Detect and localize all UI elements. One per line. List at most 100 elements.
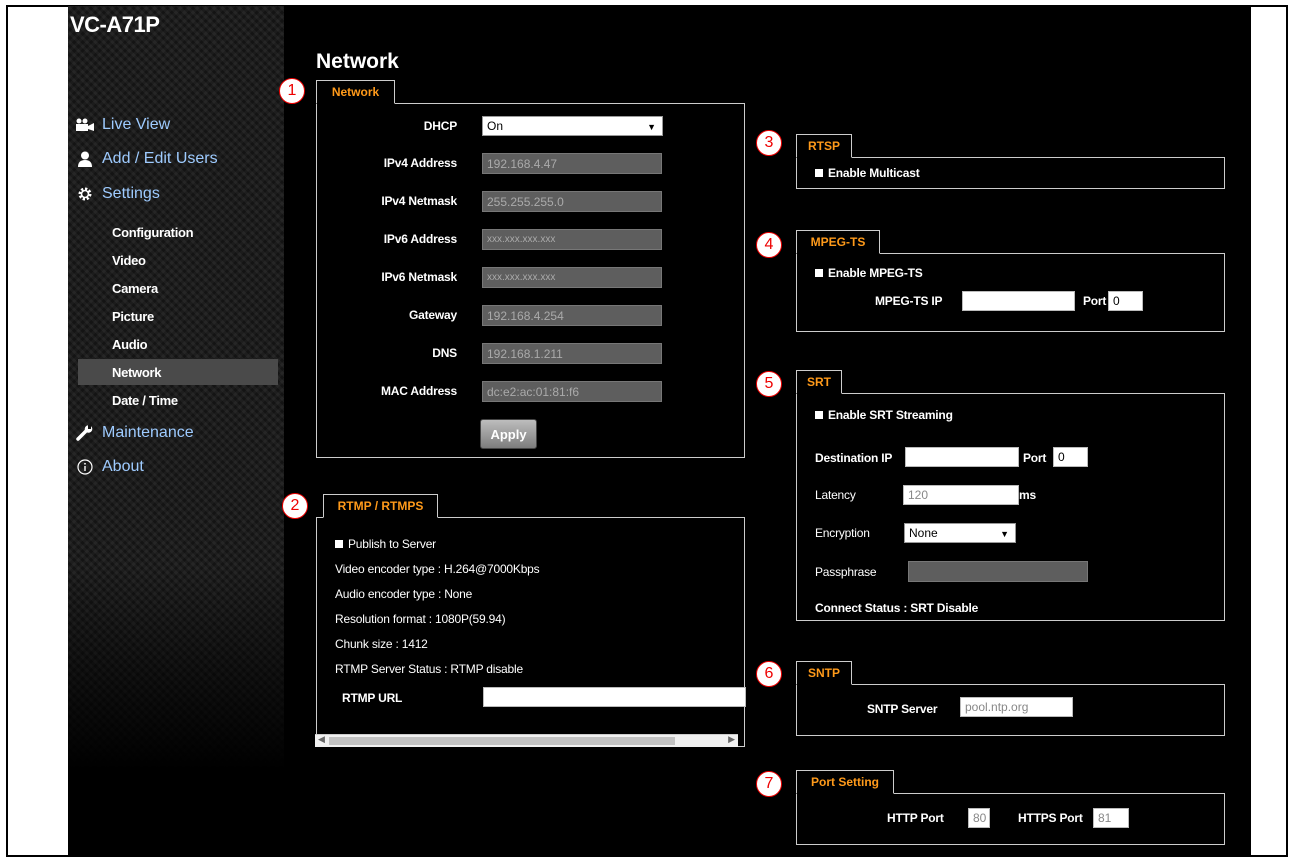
rtmp-status-text: RTMP Server Status : RTMP disable	[335, 662, 523, 676]
encryption-select[interactable]: None ▼	[904, 523, 1016, 543]
mpegts-ip-input[interactable]	[962, 291, 1075, 311]
dhcp-value: On	[487, 119, 504, 133]
page-title: Network	[316, 50, 399, 73]
dhcp-label: DHCP	[423, 119, 457, 133]
https-port-input[interactable]: 81	[1093, 808, 1129, 828]
rtmp-panel: Publish to Server Video encoder type : H…	[316, 517, 746, 747]
scroll-right-icon[interactable]: ▶	[728, 734, 735, 745]
tab-srt[interactable]: SRT	[796, 370, 842, 394]
ipv4-netmask-field[interactable]: 255.255.255.0	[482, 191, 662, 212]
nav-about-label: About	[102, 458, 144, 475]
nav-add-edit-users-label: Add / Edit Users	[102, 150, 218, 167]
chunk-size-text: Chunk size : 1412	[335, 637, 428, 651]
encryption-value: None	[909, 526, 938, 540]
scroll-left-icon[interactable]: ◀	[318, 734, 325, 745]
ipv4-address-field[interactable]: 192.168.4.47	[482, 153, 662, 174]
mac-address-label: MAC Address	[380, 384, 457, 398]
srt-enable-label: Enable SRT Streaming	[828, 408, 953, 422]
gateway-field[interactable]: 192.168.4.254	[482, 305, 662, 326]
callout-7: 7	[756, 771, 782, 797]
nav-maintenance[interactable]: Maintenance	[68, 420, 284, 446]
dropdown-arrow-icon: ▼	[1000, 529, 1009, 539]
nav-settings[interactable]: Settings	[68, 181, 284, 207]
checkbox-icon	[335, 539, 343, 548]
encryption-label: Encryption	[815, 526, 870, 540]
horizontal-scrollbar[interactable]: ◀ ▶	[315, 734, 738, 747]
publish-label: Publish to Server	[348, 537, 436, 551]
sntp-panel: SNTP Server pool.ntp.org	[796, 684, 1225, 736]
ipv6-address-label: IPv6 Address	[383, 232, 457, 246]
mpegts-port-label: Port	[1083, 294, 1107, 308]
network-panel: DHCP On ▼ IPv4 Address 192.168.4.47 IPv4 …	[316, 103, 745, 458]
mpegts-ip-label: MPEG-TS IP	[875, 294, 943, 308]
tab-sntp[interactable]: SNTP	[796, 661, 852, 685]
destination-ip-input[interactable]	[905, 447, 1019, 467]
mac-address-field[interactable]: dc:e2:ac:01:81:f6	[482, 381, 662, 402]
mpegts-checkbox[interactable]: Enable MPEG-TS	[815, 266, 923, 280]
ipv6-address-field[interactable]: xxx.xxx.xxx.xxx	[482, 229, 662, 250]
rtmp-url-input[interactable]	[483, 687, 746, 707]
http-port-label: HTTP Port	[887, 811, 944, 825]
sntp-server-input[interactable]: pool.ntp.org	[960, 697, 1073, 717]
mpegts-enable-label: Enable MPEG-TS	[828, 266, 923, 280]
brand-title: VC-A71P	[70, 12, 160, 37]
multicast-label: Enable Multicast	[828, 166, 920, 180]
ipv6-netmask-field[interactable]: xxx.xxx.xxx.xxx	[482, 267, 662, 288]
nav-camera[interactable]: Camera	[88, 275, 278, 301]
tab-mpeg-ts[interactable]: MPEG-TS	[796, 230, 880, 254]
callout-1: 1	[279, 78, 305, 104]
scrollbar-thumb[interactable]	[329, 737, 675, 745]
sidebar: VC-A71P Live View Add / Edit Users Setti…	[68, 6, 284, 857]
tab-rtmp[interactable]: RTMP / RTMPS	[323, 494, 438, 518]
nav-live-view-label: Live View	[102, 116, 171, 133]
https-port-label: HTTPS Port	[1018, 811, 1083, 825]
latency-unit: ms	[1019, 488, 1036, 502]
mpegts-panel: Enable MPEG-TS MPEG-TS IP Port 0	[796, 253, 1225, 332]
resolution-text: Resolution format : 1080P(59.94)	[335, 612, 506, 626]
latency-label: Latency	[815, 488, 856, 502]
info-icon	[68, 459, 102, 475]
nav-configuration[interactable]: Configuration	[88, 219, 278, 245]
audio-encoder-text: Audio encoder type : None	[335, 587, 473, 601]
video-encoder-text: Video encoder type : H.264@7000Kbps	[335, 562, 540, 576]
tab-port-setting[interactable]: Port Setting	[796, 770, 894, 794]
dns-field[interactable]: 192.168.1.211	[482, 343, 662, 364]
nav-picture[interactable]: Picture	[88, 303, 278, 329]
checkbox-icon	[815, 410, 823, 419]
nav-video[interactable]: Video	[88, 247, 278, 273]
passphrase-field[interactable]	[908, 561, 1088, 582]
rtsp-panel: Enable Multicast	[796, 157, 1225, 189]
ipv4-netmask-label: IPv4 Netmask	[381, 194, 457, 208]
publish-checkbox[interactable]: Publish to Server	[335, 537, 436, 551]
apply-button[interactable]: Apply	[480, 419, 537, 449]
camera-icon	[68, 118, 102, 132]
nav-maintenance-label: Maintenance	[102, 424, 194, 441]
callout-3: 3	[756, 130, 782, 156]
ipv6-netmask-label: IPv6 Netmask	[381, 270, 457, 284]
latency-input[interactable]: 120	[903, 485, 1019, 505]
dns-label: DNS	[432, 346, 457, 360]
destination-ip-label: Destination IP	[815, 451, 893, 465]
tab-network[interactable]: Network	[316, 80, 395, 104]
mpegts-port-input[interactable]: 0	[1108, 291, 1143, 311]
http-port-input[interactable]: 80	[968, 808, 990, 828]
port-setting-panel: HTTP Port 80 HTTPS Port 81	[796, 793, 1225, 845]
multicast-checkbox[interactable]: Enable Multicast	[815, 166, 920, 180]
nav-live-view[interactable]: Live View	[68, 112, 284, 138]
nav-about[interactable]: About	[68, 454, 284, 480]
nav-date-time[interactable]: Date / Time	[88, 387, 278, 413]
rtmp-url-label: RTMP URL	[342, 691, 403, 705]
srt-checkbox[interactable]: Enable SRT Streaming	[815, 408, 953, 422]
srt-port-label: Port	[1023, 451, 1047, 465]
srt-port-input[interactable]: 0	[1053, 447, 1088, 467]
passphrase-label: Passphrase	[815, 565, 877, 579]
nav-add-edit-users[interactable]: Add / Edit Users	[68, 146, 284, 172]
callout-5: 5	[756, 371, 782, 397]
nav-audio[interactable]: Audio	[88, 331, 278, 357]
tab-rtsp[interactable]: RTSP	[796, 134, 852, 158]
nav-network[interactable]: Network	[78, 359, 278, 385]
wrench-icon	[68, 425, 102, 441]
gear-icon	[68, 186, 102, 202]
user-icon	[68, 151, 102, 167]
dhcp-select[interactable]: On ▼	[482, 116, 663, 136]
